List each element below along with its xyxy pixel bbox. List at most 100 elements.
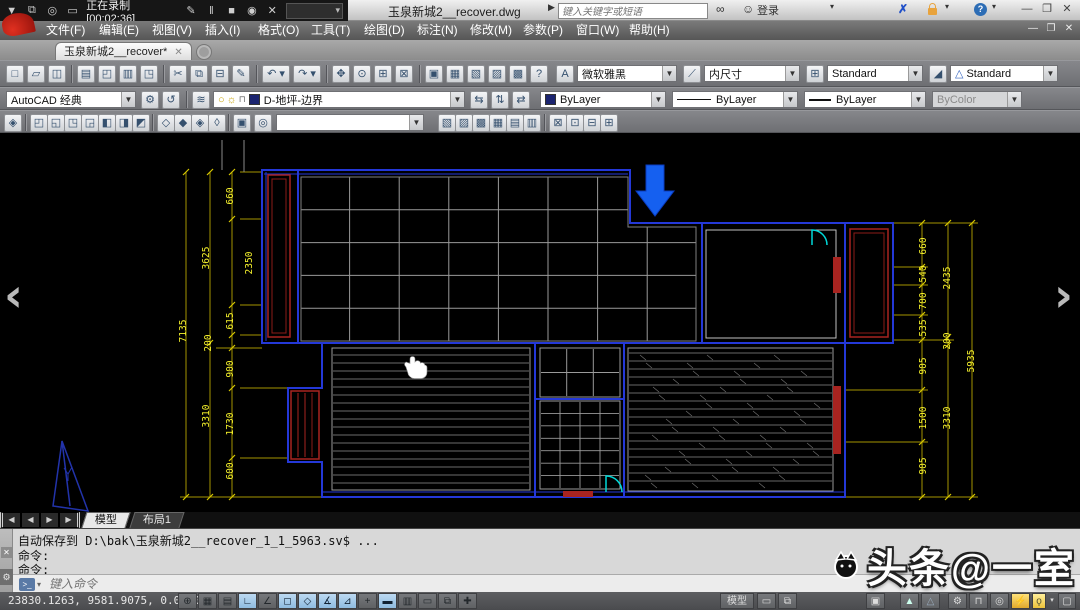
drawing-canvas[interactable]: 660 3625 2350 615 7135 200 900 3310 1730… bbox=[0, 133, 1080, 512]
polar-tracking-toggle[interactable]: ∠ bbox=[258, 593, 277, 609]
table-style-icon[interactable]: ⊞ bbox=[806, 65, 824, 83]
layer-walk-icon[interactable]: ▤ bbox=[506, 114, 524, 132]
plot-icon[interactable]: ▤ bbox=[77, 65, 95, 83]
recorder-dropdown[interactable]: ▾ bbox=[286, 3, 343, 19]
annotation-scale-icon[interactable]: ▣ bbox=[866, 593, 885, 609]
linetype-combo[interactable]: ByLayer▼ bbox=[672, 91, 798, 108]
infocenter-search[interactable] bbox=[558, 3, 708, 19]
markup-icon[interactable]: ▩ bbox=[509, 65, 527, 83]
matchprop-icon[interactable]: ✎ bbox=[232, 65, 250, 83]
signin-dropdown-icon[interactable]: ▾ bbox=[830, 2, 834, 11]
mleader-style-icon[interactable]: ◢ bbox=[929, 65, 947, 83]
view-front-icon[interactable]: ◧ bbox=[98, 114, 116, 132]
view-nw-iso-icon[interactable]: ◊ bbox=[208, 114, 226, 132]
pan-icon[interactable]: ✥ bbox=[332, 65, 350, 83]
restore-button[interactable]: ❐ bbox=[1038, 2, 1056, 17]
lock-layer-icon[interactable]: ⊟ bbox=[583, 114, 601, 132]
infer-constraints-toggle[interactable]: ⊕ bbox=[178, 593, 197, 609]
signin-label[interactable]: 登录 bbox=[757, 2, 779, 18]
annotation-visibility-icon[interactable]: ▲ bbox=[900, 593, 919, 609]
doc-close-icon[interactable]: ✕ bbox=[1062, 23, 1076, 34]
redo-button[interactable]: ↷ ▾ bbox=[293, 65, 321, 83]
workspace-switch-gear-icon[interactable]: ⚙ bbox=[948, 593, 967, 609]
minimize-button[interactable]: — bbox=[1018, 2, 1036, 17]
tab-last-icon[interactable]: ▶ bbox=[59, 512, 80, 528]
menu-edit[interactable]: 编辑(E) bbox=[93, 21, 145, 40]
zoom-realtime-icon[interactable]: ⊙ bbox=[353, 65, 371, 83]
dynamic-input-toggle[interactable]: + bbox=[358, 593, 377, 609]
quick-properties-toggle[interactable]: ▭ bbox=[418, 593, 437, 609]
3dprint-icon[interactable]: ◳ bbox=[140, 65, 158, 83]
performance-tuner-icon[interactable]: ⚡ bbox=[1011, 593, 1030, 609]
doc-restore-icon[interactable]: ❐ bbox=[1044, 23, 1058, 34]
doc-minimize-icon[interactable]: — bbox=[1026, 23, 1040, 34]
ortho-mode-toggle[interactable]: ∟ bbox=[238, 593, 257, 609]
named-views-icon[interactable]: ◈ bbox=[4, 114, 22, 132]
workspace-save-icon[interactable]: ↺ bbox=[162, 91, 180, 109]
layer-properties-icon[interactable]: ≋ bbox=[192, 91, 210, 109]
recorder-stop-icon[interactable]: ■ bbox=[225, 5, 238, 17]
lock-dropdown-icon[interactable]: ▾ bbox=[945, 2, 949, 11]
named-view-combo[interactable]: ▼ bbox=[276, 114, 424, 131]
layer-states-icon[interactable]: ⇄ bbox=[512, 91, 530, 109]
menu-draw[interactable]: 绘图(D) bbox=[358, 21, 411, 40]
unlock-viewport-icon[interactable]: ⊡ bbox=[566, 114, 584, 132]
undo-button[interactable]: ↶ ▾ bbox=[262, 65, 290, 83]
transparency-toggle[interactable]: ▥ bbox=[398, 593, 417, 609]
zoom-window-icon[interactable]: ⊞ bbox=[374, 65, 392, 83]
layer-unisolate-icon[interactable]: ▨ bbox=[455, 114, 473, 132]
menu-parametric[interactable]: 参数(P) bbox=[517, 21, 569, 40]
status-menu-arrow-icon[interactable]: ▾ bbox=[1048, 593, 1056, 609]
command-close-icon[interactable]: ✕ bbox=[1, 547, 12, 558]
help-dropdown-icon[interactable]: ▾ bbox=[992, 2, 996, 11]
recorder-pencil-icon[interactable]: ✎ bbox=[184, 4, 197, 17]
properties-icon[interactable]: ▣ bbox=[425, 65, 443, 83]
overlay-next-arrow[interactable]: › bbox=[1054, 275, 1073, 315]
menu-dimension[interactable]: 标注(N) bbox=[411, 21, 464, 40]
new-icon[interactable]: □ bbox=[6, 65, 24, 83]
workspace-combo[interactable]: AutoCAD 经典▼ bbox=[6, 91, 136, 108]
mleader-style-combo[interactable]: △Standard▼ bbox=[950, 65, 1058, 82]
quickcalc-help-icon[interactable]: ? bbox=[530, 65, 548, 83]
view-back-icon[interactable]: ◨ bbox=[115, 114, 133, 132]
save-icon[interactable]: ◫ bbox=[48, 65, 66, 83]
color-combo[interactable]: ByLayer▼ bbox=[540, 91, 666, 108]
tab-first-icon[interactable]: ◀ bbox=[0, 512, 21, 528]
command-window[interactable]: ✕ ⚙ 自动保存到 D:\bak\玉泉新城2__recover_1_1_5963… bbox=[0, 528, 1080, 592]
recorder-zoom-icon[interactable]: ◎ bbox=[46, 4, 59, 17]
dim-style-icon[interactable]: ⟋ bbox=[683, 65, 701, 83]
annotation-autoscale-icon[interactable]: △ bbox=[921, 593, 940, 609]
tab-layout1[interactable]: 布局1 bbox=[129, 512, 184, 528]
menu-file[interactable]: 文件(F) bbox=[40, 21, 91, 40]
cut-icon[interactable]: ✂ bbox=[169, 65, 187, 83]
dynamic-ucs-toggle[interactable]: ⊿ bbox=[338, 593, 357, 609]
layer-isolate-icon[interactable]: ▧ bbox=[438, 114, 456, 132]
menu-tools[interactable]: 工具(T) bbox=[305, 21, 356, 40]
view-right-icon[interactable]: ◲ bbox=[81, 114, 99, 132]
command-tools-icon[interactable]: ⚙ bbox=[0, 569, 13, 585]
search-binoculars-icon[interactable]: ∞ bbox=[716, 2, 723, 16]
lock-viewport-icon[interactable]: ⊠ bbox=[549, 114, 567, 132]
file-tab-active[interactable]: 玉泉新城2__recover*✕ bbox=[55, 42, 192, 61]
isolate-objects-icon[interactable]: ◎ bbox=[990, 593, 1009, 609]
quickview-layouts-icon[interactable]: ▭ bbox=[757, 593, 776, 609]
dim-style-combo[interactable]: 内尺寸▼ bbox=[704, 65, 800, 82]
sheetset-icon[interactable]: ▨ bbox=[488, 65, 506, 83]
layer-freeze2-icon[interactable]: ▩ bbox=[472, 114, 490, 132]
command-input[interactable] bbox=[47, 576, 351, 592]
recorder-region-icon[interactable]: ▭ bbox=[66, 4, 79, 17]
layer-off-icon[interactable]: ▦ bbox=[489, 114, 507, 132]
designcenter-icon[interactable]: ▦ bbox=[446, 65, 464, 83]
command-recent-icon[interactable]: ▾ bbox=[37, 580, 41, 589]
layer-combo[interactable]: ○ ☼ ⊓ D-地坪-边界 ▼ bbox=[213, 91, 465, 108]
3d-object-snap-toggle[interactable]: ◇ bbox=[298, 593, 317, 609]
menu-view[interactable]: 视图(V) bbox=[146, 21, 198, 40]
tab-prev-icon[interactable]: ◀ bbox=[21, 512, 40, 528]
clean-screen-button[interactable]: ▢ bbox=[1058, 593, 1076, 609]
command-input-row[interactable]: >_ ▾ bbox=[13, 574, 1080, 593]
tab-close-icon[interactable]: ✕ bbox=[174, 47, 182, 58]
lineweight-combo[interactable]: ByLayer▼ bbox=[804, 91, 926, 108]
view-sw-iso-icon[interactable]: ◇ bbox=[157, 114, 175, 132]
help-icon[interactable]: ? bbox=[974, 3, 987, 16]
recorder-pause-icon[interactable]: ‖ bbox=[205, 5, 218, 17]
